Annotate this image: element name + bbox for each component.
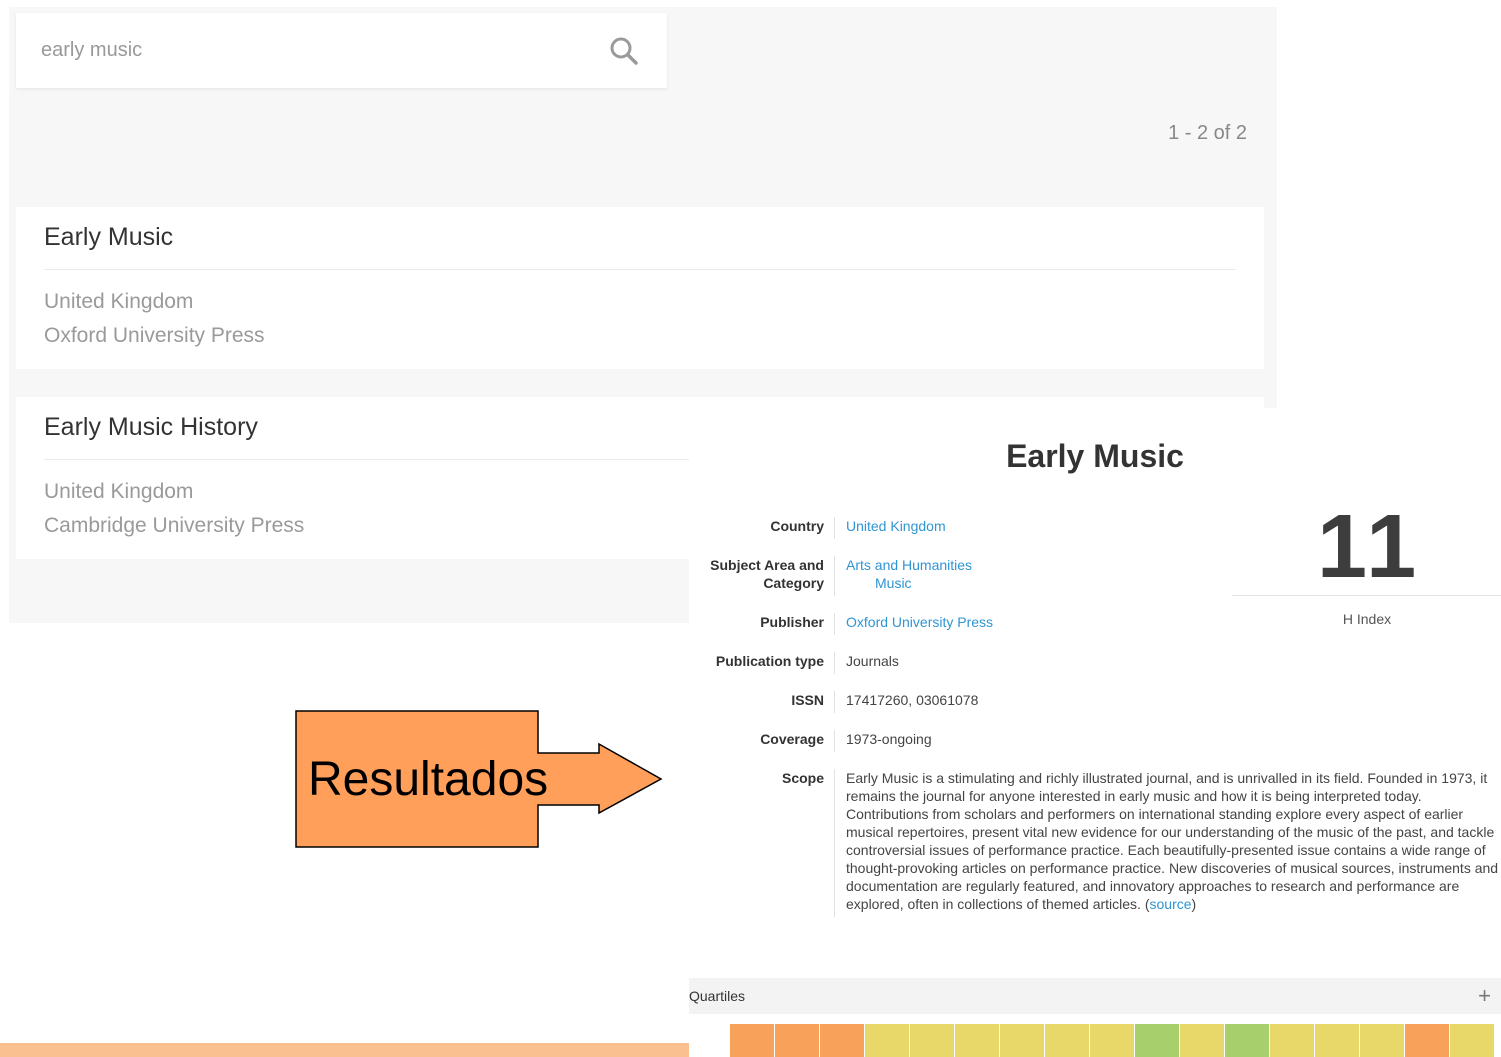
result-card[interactable]: Early Music United Kingdom Oxford Univer… — [16, 207, 1264, 369]
search-box — [16, 13, 667, 88]
scope-label: Scope — [781, 770, 824, 786]
scope-source-link[interactable]: source — [1150, 896, 1192, 912]
quartile-cell — [1090, 1024, 1134, 1057]
quartiles-bar[interactable]: Quartiles + — [689, 978, 1501, 1014]
publisher-label: Publisher — [760, 614, 824, 630]
coverage-value: 1973-ongoing — [834, 730, 1501, 752]
quartile-cell — [730, 1024, 774, 1057]
search-icon[interactable] — [609, 36, 639, 66]
scope-text: Early Music is a stimulating and richly … — [846, 770, 1499, 912]
result-count: 1 - 2 of 2 — [1168, 122, 1247, 144]
quartile-cell — [955, 1024, 999, 1057]
result-meta: United Kingdom Oxford University Press — [44, 270, 1236, 353]
coverage-row: Coverage 1973-ongoing — [689, 730, 1501, 752]
quartile-cell — [1315, 1024, 1359, 1057]
issn-label: ISSN — [791, 692, 824, 708]
issn-row: ISSN 17417260, 03061078 — [689, 691, 1501, 713]
issn-value: 17417260, 03061078 — [834, 691, 1501, 713]
scope-source-suffix: ) — [1191, 896, 1197, 912]
quartiles-label: Quartiles — [689, 988, 746, 1004]
quartile-cell — [820, 1024, 864, 1057]
result-publisher: Oxford University Press — [44, 324, 265, 347]
coverage-label: Coverage — [760, 731, 824, 747]
plus-icon[interactable]: + — [1478, 985, 1491, 1007]
pubtype-label: Publication type — [715, 653, 824, 669]
quartile-strip — [730, 1024, 1495, 1057]
result-country: United Kingdom — [44, 290, 194, 313]
result-title[interactable]: Early Music — [44, 207, 1236, 270]
subject-label: Subject Area and Category — [710, 557, 824, 591]
quartile-cell — [1360, 1024, 1404, 1057]
country-label: Country — [770, 518, 824, 534]
h-index-label: H Index — [1342, 611, 1392, 627]
scope-row: Scope Early Music is a stimulating and r… — [689, 769, 1501, 917]
search-input[interactable] — [16, 39, 609, 62]
quartile-cell — [775, 1024, 819, 1057]
quartile-cell — [1270, 1024, 1314, 1057]
h-index-value: 11 — [1317, 497, 1421, 597]
scope-source-prefix: ( — [1140, 896, 1150, 912]
quartile-cell — [1135, 1024, 1179, 1057]
annotation-label: Resultados — [308, 753, 549, 806]
quartile-cell — [1450, 1024, 1494, 1057]
journal-detail-panel: Early Music Country United Kingdom Subje… — [689, 408, 1501, 1057]
pubtype-value: Journals — [834, 652, 1501, 674]
quartile-cell — [1405, 1024, 1449, 1057]
quartile-cell — [1045, 1024, 1089, 1057]
quartile-cell — [1225, 1024, 1269, 1057]
quartile-cell — [865, 1024, 909, 1057]
journal-title: Early Music — [1006, 438, 1184, 474]
h-index-divider — [1232, 595, 1501, 596]
subject-area-link[interactable]: Arts and Humanities — [846, 557, 972, 573]
pubtype-row: Publication type Journals — [689, 652, 1501, 674]
bottom-bar — [0, 1043, 689, 1057]
quartile-cell — [910, 1024, 954, 1057]
scope-value: Early Music is a stimulating and richly … — [834, 769, 1501, 917]
quartile-cell — [1180, 1024, 1224, 1057]
quartile-cell — [1000, 1024, 1044, 1057]
publisher-link[interactable]: Oxford University Press — [846, 614, 993, 630]
country-link[interactable]: United Kingdom — [846, 518, 946, 534]
